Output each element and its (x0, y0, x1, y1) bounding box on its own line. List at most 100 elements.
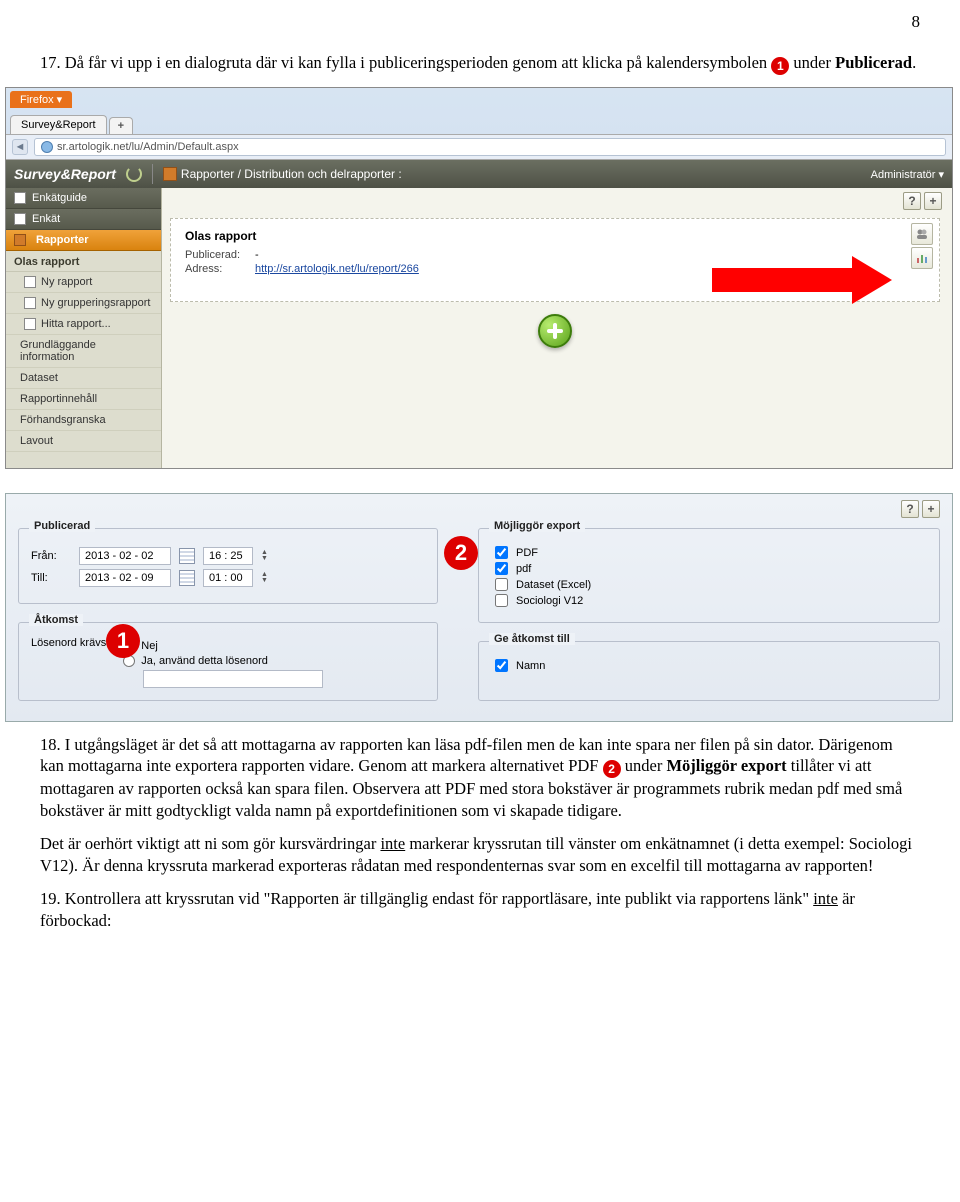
export-opt-label: Dataset (Excel) (516, 579, 591, 591)
calendar-icon[interactable] (179, 570, 195, 586)
sidebar-item-new-group-report[interactable]: Ny grupperingsrapport (6, 293, 161, 314)
password-input[interactable] (143, 670, 323, 688)
url-input[interactable]: sr.artologik.net/lu/Admin/Default.aspx (34, 138, 946, 156)
address-bar-row: ◄ sr.artologik.net/lu/Admin/Default.aspx (6, 134, 952, 160)
from-date-input[interactable]: 2013 - 02 - 02 (79, 547, 171, 565)
export-sociologi-checkbox[interactable] (495, 594, 508, 607)
address-label: Adress: (185, 263, 249, 275)
text: 19. Kontrollera att kryssrutan vid "Rapp… (40, 889, 813, 908)
password-required-label: Lösenord krävs: (31, 637, 109, 688)
help-button[interactable]: ? (903, 192, 921, 210)
bold: Publicerad (835, 53, 912, 72)
sidebar-sub-basic-info[interactable]: Grundläggande information (6, 335, 161, 368)
doc-icon (24, 297, 36, 309)
legend-atkomst: Åtkomst (29, 614, 83, 626)
instruction-19: 19. Kontrollera att kryssrutan vid "Rapp… (40, 888, 920, 931)
time-spinner[interactable]: ▲▼ (261, 572, 268, 584)
underline: inte (380, 834, 405, 853)
export-opt-label: Sociologi V12 (516, 595, 583, 607)
sidebar-item-enkat[interactable]: Enkät (6, 209, 161, 230)
pw-no-label: Nej (141, 640, 158, 652)
give-namn-label: Namn (516, 660, 545, 672)
pw-yes-label: Ja, använd detta lösenord (141, 655, 268, 667)
instruction-17: 17. Då får vi upp i en dialogruta där vi… (40, 52, 920, 75)
sidebar-sub-layout[interactable]: Lavout (6, 431, 161, 452)
from-label: Från: (31, 550, 71, 562)
export-opt-label: PDF (516, 547, 538, 559)
browser-tab[interactable]: Survey&Report (10, 115, 107, 134)
warning-paragraph: Det är oerhört viktigt att ni som gör ku… (40, 833, 920, 876)
export-dataset-checkbox[interactable] (495, 578, 508, 591)
back-button[interactable]: ◄ (12, 139, 28, 155)
doc-icon (24, 276, 36, 288)
users-icon[interactable] (911, 223, 933, 245)
legend-export: Möjliggör export (489, 520, 585, 532)
app-toolbar: Survey&Report Rapporter / Distribution o… (6, 160, 952, 188)
fieldset-export: Möjliggör export PDF pdf Dataset (Excel)… (478, 528, 940, 623)
calendar-icon[interactable] (179, 548, 195, 564)
admin-menu[interactable]: Administratör ▾ (871, 168, 944, 181)
screenshot-publish-panel: ? + 1 2 Publicerad Från: 2013 - 02 - 02 … (5, 493, 953, 722)
underline: inte (813, 889, 838, 908)
published-value: - (255, 249, 259, 261)
screenshot-browser: Firefox ▾ Survey&Report + ◄ sr.artologik… (5, 87, 953, 469)
bullet-2-inline: 2 (603, 760, 621, 778)
reports-icon (14, 234, 26, 246)
breadcrumb: Rapporter / Distribution och delrapporte… (181, 167, 402, 181)
url-text: sr.artologik.net/lu/Admin/Default.aspx (57, 141, 239, 153)
expand-button[interactable]: + (922, 500, 940, 518)
expand-button[interactable]: + (924, 192, 942, 210)
export-pdf-upper-checkbox[interactable] (495, 546, 508, 559)
fieldset-atkomst: Åtkomst Lösenord krävs: Nej Ja, använd d… (18, 622, 438, 701)
sidebar-item-new-report[interactable]: Ny rapport (6, 272, 161, 293)
globe-icon (41, 141, 53, 153)
export-pdf-lower-checkbox[interactable] (495, 562, 508, 575)
time-spinner[interactable]: ▲▼ (261, 550, 268, 562)
till-date-input[interactable]: 2013 - 02 - 09 (79, 569, 171, 587)
till-time-input[interactable]: 01 : 00 (203, 569, 253, 587)
from-time-input[interactable]: 16 : 25 (203, 547, 253, 565)
chart-icon[interactable] (911, 247, 933, 269)
sidebar-current-report: Olas rapport (6, 251, 161, 272)
sidebar: Enkätguide Enkät Rapporter Olas rapport … (6, 188, 162, 468)
sidebar-sub-dataset[interactable]: Dataset (6, 368, 161, 389)
text: Det är oerhört viktigt att ni som gör ku… (40, 834, 380, 853)
report-link[interactable]: http://sr.artologik.net/lu/report/266 (255, 263, 419, 275)
refresh-icon[interactable] (126, 166, 142, 182)
new-tab-button[interactable]: + (109, 117, 133, 134)
browser-tabstrip: Survey&Report + (6, 108, 952, 134)
legend-give-access: Ge åtkomst till (489, 633, 575, 645)
bold: Möjliggör export (666, 756, 786, 775)
give-namn-checkbox[interactable] (495, 659, 508, 672)
wizard-icon (14, 192, 26, 204)
fieldset-give-access: Ge åtkomst till Namn (478, 641, 940, 701)
sidebar-sub-content[interactable]: Rapportinnehåll (6, 389, 161, 410)
firefox-menu-button[interactable]: Firefox ▾ (10, 91, 72, 108)
card-title: Olas rapport (185, 229, 925, 243)
annotation-bullet-2: 2 (444, 536, 478, 570)
sidebar-item-find-report[interactable]: Hitta rapport... (6, 314, 161, 335)
published-label: Publicerad: (185, 249, 249, 261)
sidebar-item-rapporter[interactable]: Rapporter (6, 230, 161, 251)
legend-publicerad: Publicerad (29, 520, 95, 532)
add-button[interactable] (538, 314, 572, 348)
bullet-1-inline: 1 (771, 57, 789, 75)
card-actions (911, 223, 933, 269)
search-icon (24, 318, 36, 330)
reports-icon (163, 167, 177, 181)
survey-icon (14, 213, 26, 225)
export-opt-label: pdf (516, 563, 531, 575)
fieldset-publicerad: Publicerad Från: 2013 - 02 - 02 16 : 25 … (18, 528, 438, 604)
help-button[interactable]: ? (901, 500, 919, 518)
sidebar-item-enkatguide[interactable]: Enkätguide (6, 188, 161, 209)
annotation-bullet-1: 1 (106, 624, 140, 658)
red-arrow-annotation (712, 256, 892, 304)
instruction-18: 18. I utgångsläget är det så att mottaga… (40, 734, 920, 821)
app-logo: Survey&Report (14, 166, 116, 182)
help-buttons: ? + (903, 192, 942, 210)
sidebar-sub-preview[interactable]: Förhandsgranska (6, 410, 161, 431)
page-number: 8 (0, 0, 960, 40)
text: under (621, 756, 667, 775)
text: under (793, 53, 835, 72)
help-buttons: ? + (901, 500, 940, 518)
